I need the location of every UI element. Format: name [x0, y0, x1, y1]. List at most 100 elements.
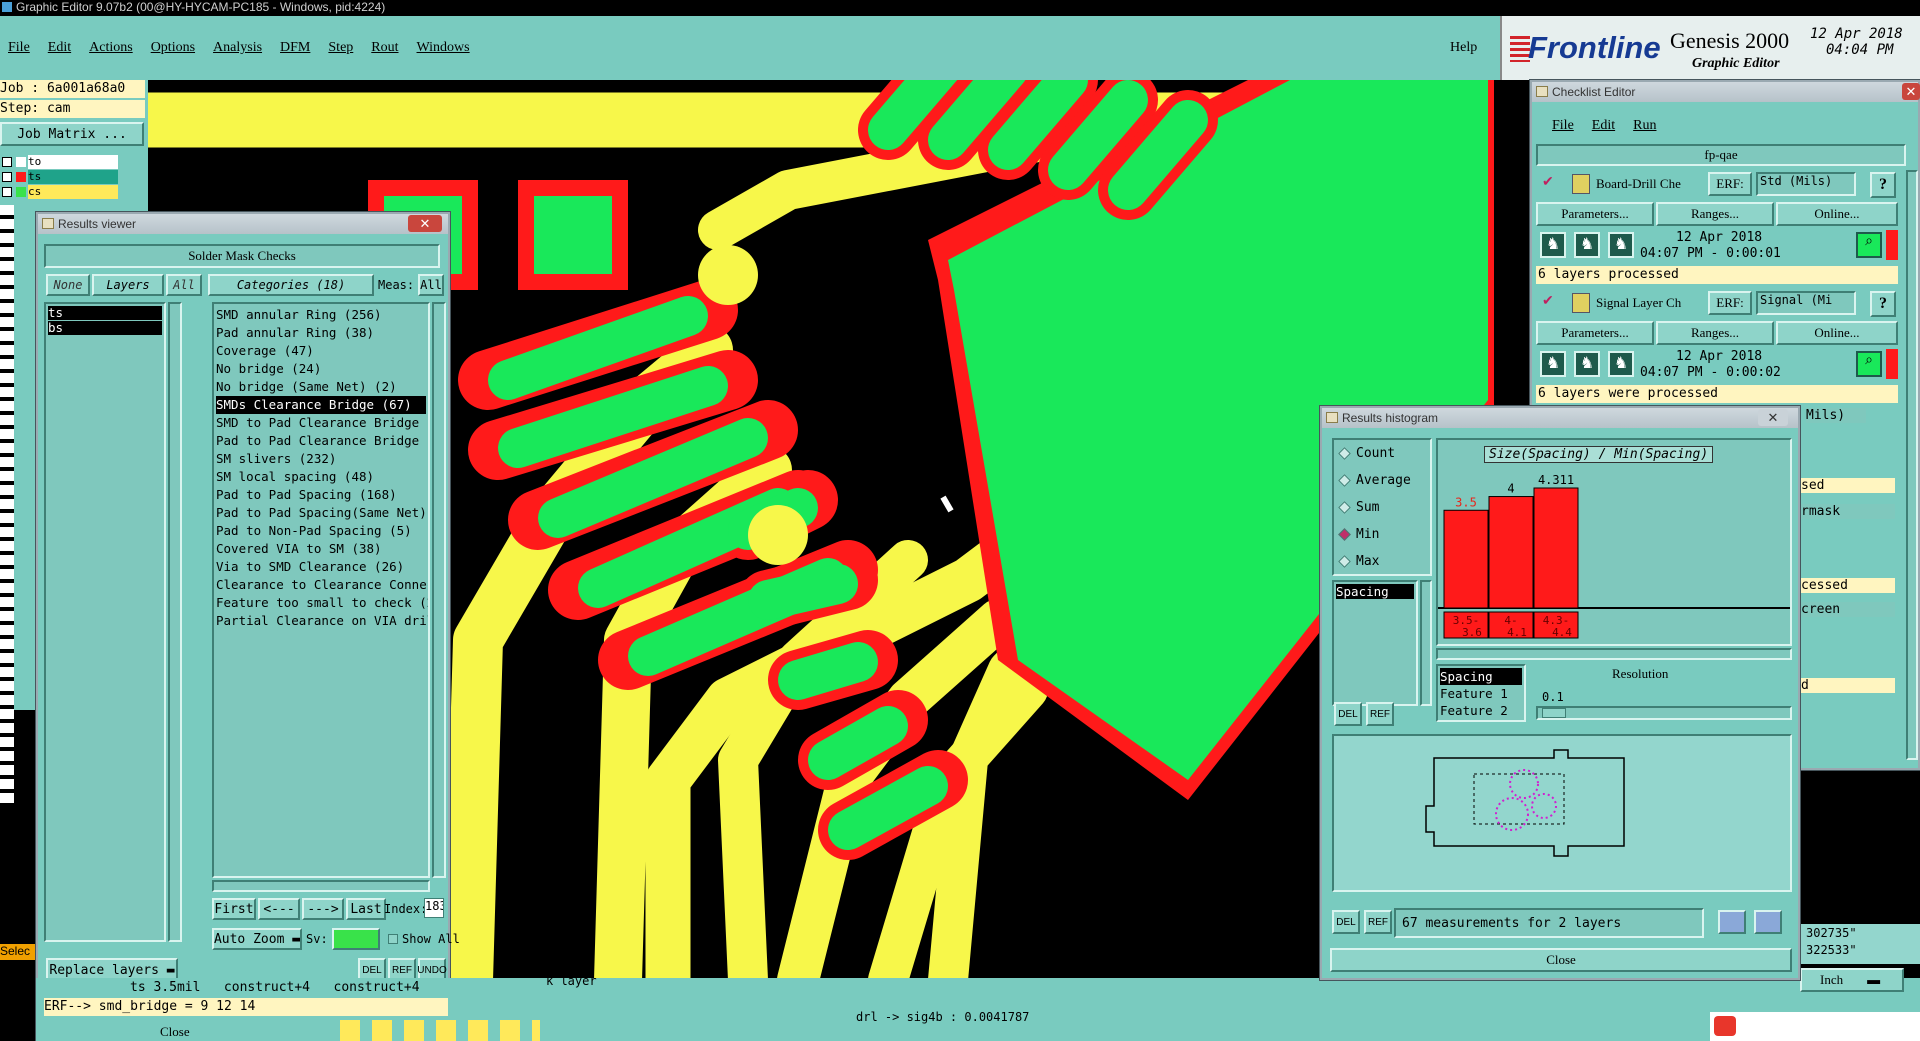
ranges-button[interactable]: Ranges...	[1656, 321, 1774, 345]
run-icon[interactable]: ♞	[1540, 351, 1566, 377]
radio-icon[interactable]	[1338, 474, 1351, 487]
measure-item[interactable]: Spacing	[1440, 668, 1522, 685]
check-mark-icon[interactable]: ✔	[1542, 174, 1554, 191]
histogram-close-button[interactable]: Close	[1330, 948, 1792, 972]
category-item[interactable]: Pad annular Ring (38)	[216, 324, 426, 342]
results-viewer-titlebar[interactable]: Results viewer	[38, 214, 448, 234]
checklist-scrollbar[interactable]	[1906, 170, 1918, 760]
layer-color-swatch[interactable]	[16, 187, 26, 197]
auto-zoom-select[interactable]: Auto Zoom ▬	[212, 928, 302, 950]
category-item[interactable]: SM local spacing (48)	[216, 468, 426, 486]
index-input[interactable]: 183	[424, 898, 444, 918]
prev-button[interactable]: <---	[258, 898, 300, 920]
histogram-bar[interactable]	[1488, 496, 1534, 609]
ref-icon[interactable]: REF	[1366, 702, 1394, 726]
category-item[interactable]: No bridge (Same Net) (2)	[216, 378, 426, 396]
category-item[interactable]: Via to SMD Clearance (26)	[216, 558, 426, 576]
erf-value[interactable]: Signal (Mi	[1756, 291, 1856, 315]
all-layers-button[interactable]: All	[166, 274, 202, 296]
results-viewer-window[interactable]: Results viewer ✕ Solder Mask Checks None…	[36, 212, 460, 1041]
zoom-icon[interactable]: ⌕	[1856, 351, 1882, 377]
category-hscrollbar[interactable]	[212, 880, 430, 892]
category-item[interactable]: No bridge (24)	[216, 360, 426, 378]
meas-select[interactable]: All	[418, 274, 444, 296]
measure-item[interactable]: Feature 2	[1440, 702, 1522, 719]
zoom-icon[interactable]: ⌕	[1856, 232, 1882, 258]
category-item[interactable]: Partial Clearance on VIA drilled	[216, 612, 428, 630]
help-button[interactable]: ?	[1870, 172, 1896, 198]
checklist-menu-edit[interactable]: Edit	[1592, 118, 1615, 133]
measure-item[interactable]: Feature 1	[1440, 685, 1522, 702]
run-icon[interactable]: ♞	[1608, 232, 1634, 258]
slider-thumb[interactable]	[1542, 708, 1566, 718]
aggregate-option[interactable]: Sum	[1334, 494, 1430, 521]
category-item[interactable]: SM slivers (232)	[216, 450, 426, 468]
help-menu[interactable]: Help	[1450, 40, 1477, 56]
results-histogram-window[interactable]: Results histogram ✕ Count Average Sum Min Ma…	[1320, 406, 1800, 980]
category-item[interactable]: SMD to Pad Clearance Bridge (3)	[216, 414, 428, 432]
units-select[interactable]: Inch ▬	[1800, 968, 1904, 992]
check-mark-icon[interactable]: ✔	[1542, 293, 1554, 310]
category-scrollbar[interactable]	[432, 302, 446, 878]
category-item[interactable]: Pad to Non-Pad Spacing (5)	[216, 522, 426, 540]
category-item[interactable]: SMD annular Ring (256)	[216, 306, 426, 324]
histogram-bar[interactable]	[1533, 487, 1579, 609]
histogram-bar[interactable]	[1443, 509, 1489, 609]
online-button[interactable]: Online...	[1776, 202, 1898, 226]
layer-row[interactable]: ts	[0, 170, 118, 184]
aggregate-option[interactable]: Min	[1334, 521, 1430, 548]
category-item[interactable]: Covered VIA to SM (38)	[216, 540, 426, 558]
checklist-menu-file[interactable]: File	[1552, 118, 1574, 133]
menu-options[interactable]: Options	[151, 40, 195, 55]
histogram-list[interactable]: Spacing	[1332, 580, 1418, 706]
menu-step[interactable]: Step	[328, 40, 353, 55]
menu-edit[interactable]: Edit	[48, 40, 71, 55]
layer-color-swatch[interactable]	[16, 172, 26, 182]
categories-button[interactable]: Categories (18)	[208, 274, 374, 296]
run-icon[interactable]: ♞	[1574, 232, 1600, 258]
erf-button[interactable]: ERF:	[1708, 291, 1752, 315]
layer-checkbox[interactable]	[2, 157, 12, 167]
parameters-button[interactable]: Parameters...	[1536, 202, 1654, 226]
category-item[interactable]: Pad to Pad Spacing (168)	[216, 486, 426, 504]
radio-icon[interactable]	[1338, 528, 1351, 541]
aggregate-option[interactable]: Count	[1334, 440, 1430, 467]
histogram-list-scrollbar[interactable]	[1420, 580, 1432, 706]
histogram-titlebar[interactable]: Results histogram	[1322, 408, 1798, 428]
help-button[interactable]: ?	[1870, 291, 1896, 317]
radio-icon[interactable]	[1338, 447, 1351, 460]
checklist-menu-run[interactable]: Run	[1633, 118, 1656, 133]
radio-icon[interactable]	[1338, 501, 1351, 514]
menu-file[interactable]: File	[8, 40, 30, 55]
del-icon[interactable]: DEL	[1332, 910, 1360, 934]
category-item[interactable]: Clearance to Clearance Connection	[216, 576, 428, 594]
aggregate-option[interactable]: Average	[1334, 467, 1430, 494]
category-list-box[interactable]: SMD annular Ring (256) Pad annular Ring (…	[212, 302, 430, 878]
histogram-list-item[interactable]: Spacing	[1336, 584, 1414, 599]
show-all-checkbox[interactable]	[388, 934, 398, 944]
sv-color-select[interactable]	[332, 928, 380, 950]
menu-dfm[interactable]: DFM	[280, 40, 310, 55]
close-icon[interactable]: ✕	[1902, 83, 1920, 100]
category-item[interactable]: Feature too small to check (28)	[216, 594, 428, 612]
first-button[interactable]: First	[212, 898, 256, 920]
menu-rout[interactable]: Rout	[371, 40, 398, 55]
chart-hscrollbar[interactable]	[1436, 648, 1792, 660]
ref-icon[interactable]: REF	[1364, 910, 1392, 934]
menu-analysis[interactable]: Analysis	[213, 40, 262, 55]
layer-row[interactable]: to	[0, 155, 118, 169]
run-icon[interactable]: ♞	[1574, 351, 1600, 377]
close-icon[interactable]: ✕	[1758, 409, 1788, 426]
close-icon[interactable]: ✕	[408, 215, 442, 232]
layer-row[interactable]: cs	[0, 185, 118, 199]
measure-list[interactable]: Spacing Feature 1 Feature 2	[1436, 664, 1526, 722]
menu-windows[interactable]: Windows	[417, 40, 470, 55]
layer-scrollbar[interactable]	[168, 302, 182, 942]
run-icon[interactable]: ♞	[1540, 232, 1566, 258]
ranges-button[interactable]: Ranges...	[1656, 202, 1774, 226]
none-button[interactable]: None	[46, 274, 90, 296]
radio-icon[interactable]	[1338, 555, 1351, 568]
last-button[interactable]: Last	[346, 898, 386, 920]
chart-view-icon[interactable]	[1718, 910, 1746, 934]
checklist-titlebar[interactable]: Checklist Editor	[1532, 82, 1918, 102]
